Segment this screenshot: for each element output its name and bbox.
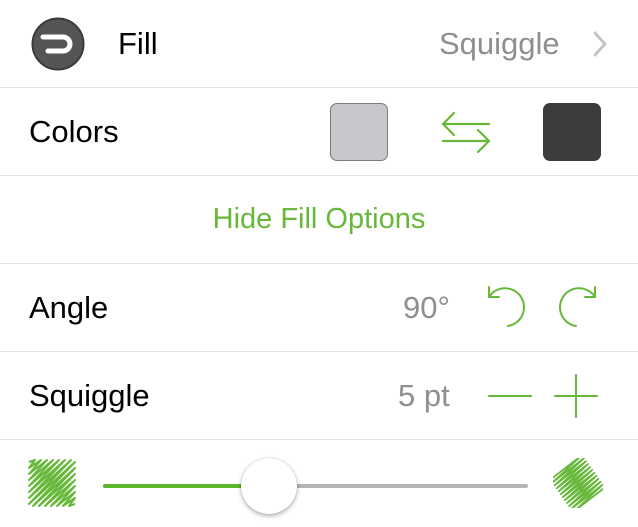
angle-value: 90°: [403, 289, 450, 325]
fill-label: Fill: [118, 25, 158, 61]
minus-icon[interactable]: [487, 373, 533, 419]
rotate-ccw-icon[interactable]: [485, 285, 531, 331]
squiggle-label: Squiggle: [29, 377, 150, 413]
chevron-right-icon: [593, 31, 607, 57]
colors-label: Colors: [29, 113, 119, 149]
dense-squiggle-icon[interactable]: [553, 458, 603, 508]
density-slider[interactable]: [103, 458, 528, 514]
secondary-color-swatch[interactable]: [543, 103, 601, 161]
primary-color-swatch[interactable]: [330, 103, 388, 161]
squiggle-row: Squiggle 5 pt: [0, 352, 638, 440]
angle-row: Angle 90°: [0, 264, 638, 352]
fill-value: Squiggle: [439, 25, 560, 61]
hide-fill-options-row[interactable]: Hide Fill Options: [0, 176, 638, 264]
angle-label: Angle: [29, 289, 109, 325]
rotate-cw-icon[interactable]: [553, 285, 599, 331]
plus-icon[interactable]: [553, 373, 599, 419]
slider-thumb[interactable]: [240, 458, 297, 514]
fill-style-icon: [31, 17, 85, 71]
swap-arrows-icon[interactable]: [437, 105, 495, 159]
sparse-squiggle-icon[interactable]: [27, 458, 77, 508]
density-slider-row: [0, 440, 638, 527]
hide-fill-options-button[interactable]: Hide Fill Options: [213, 203, 426, 236]
colors-row: Colors: [0, 88, 638, 176]
squiggle-value: 5 pt: [398, 377, 450, 413]
fill-row[interactable]: Fill Squiggle: [0, 0, 638, 88]
